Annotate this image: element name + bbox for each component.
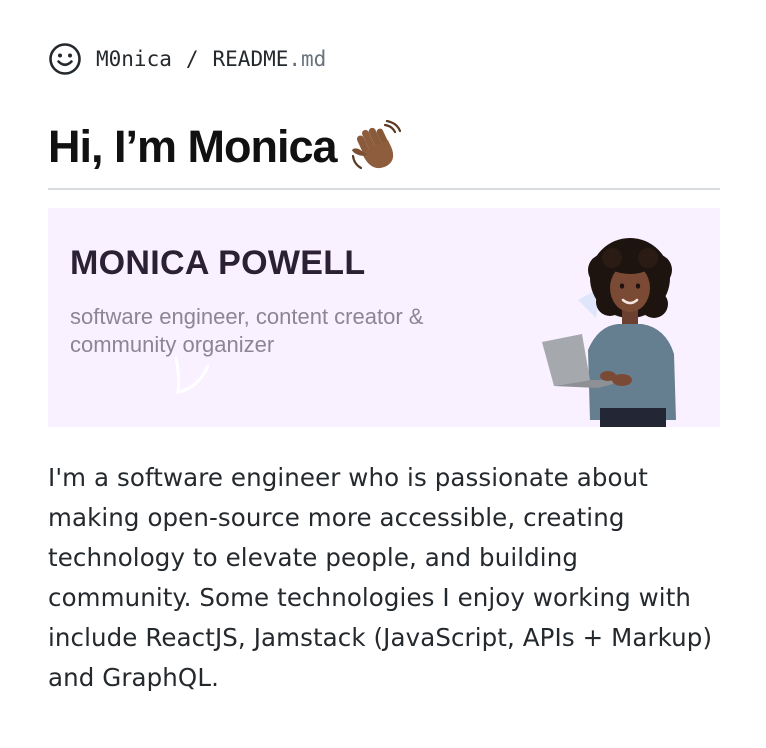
file-name: README bbox=[212, 47, 289, 71]
squiggle-doodle bbox=[174, 356, 210, 394]
waving-hand-icon bbox=[351, 120, 401, 170]
banner-subtitle-line-1: software engineer, content creator & bbox=[70, 304, 424, 329]
repo-owner-link[interactable]: M0nica bbox=[96, 47, 172, 71]
breadcrumb-separator: / bbox=[185, 47, 199, 71]
avatar-illustration bbox=[542, 238, 676, 427]
bio-paragraph: I'm a software engineer who is passionat… bbox=[48, 463, 713, 692]
profile-banner-image: MONICA POWELL software engineer, content… bbox=[48, 208, 720, 427]
smiley-icon bbox=[49, 43, 81, 75]
banner-subtitle: software engineer, content creator & com… bbox=[70, 303, 490, 359]
page-title: Hi, I’m Monica bbox=[48, 121, 338, 172]
file-extension: .md bbox=[288, 47, 327, 71]
banner-subtitle-line-2: community organizer bbox=[70, 332, 275, 357]
banner-name: MONICA POWELL bbox=[70, 244, 366, 282]
readme-heading: Hi, I’m Monica bbox=[48, 118, 720, 190]
file-breadcrumb: M0nica / README .md bbox=[48, 42, 326, 76]
